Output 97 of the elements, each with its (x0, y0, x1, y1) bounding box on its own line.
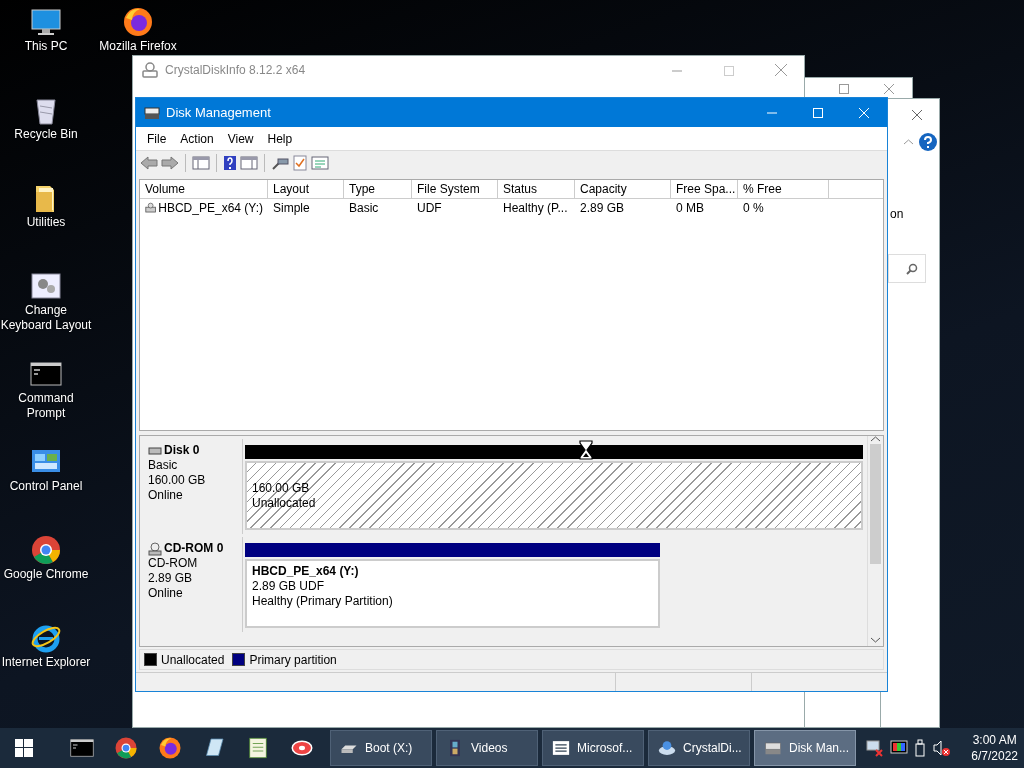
clock-time: 3:00 AM (972, 732, 1017, 748)
desktop-icon-label[interactable]: Mozilla Firefox (99, 39, 177, 54)
desktop-icon-label[interactable]: Command Prompt (0, 391, 92, 421)
disk-info-icon (657, 738, 677, 758)
checklist-icon[interactable] (292, 155, 308, 171)
taskbar-button[interactable]: Microsof... (542, 730, 644, 766)
scrollbar[interactable] (867, 436, 883, 646)
column-header[interactable]: Capacity (575, 180, 671, 198)
table-cell-text: 2.89 GB (579, 200, 626, 217)
table-cell-text: Healthy (P... (502, 200, 569, 217)
forward-arrow-icon[interactable] (161, 155, 179, 171)
desktop-icon-label[interactable]: Internet Explorer (1, 655, 91, 670)
cd-drive-icon (148, 541, 162, 556)
window-title: Disk Management (166, 105, 272, 120)
disk-management-icon (144, 104, 160, 121)
search-icon (906, 263, 918, 275)
windows-logo-icon (15, 739, 33, 757)
close-icon (859, 107, 869, 118)
column-header[interactable]: File System (412, 180, 498, 198)
column-header[interactable]: Layout (268, 180, 344, 198)
list-icon (551, 738, 571, 758)
disk-size: 2.89 GB (148, 571, 194, 586)
monitor-icon[interactable] (30, 6, 62, 38)
taskbar-button[interactable]: CrystalDi... (648, 730, 750, 766)
table-cell-text: 0 MB (675, 200, 705, 217)
desktop-icon-label[interactable]: Control Panel (9, 479, 83, 494)
maximize-icon (813, 107, 823, 118)
partition-detail: Unallocated (252, 495, 317, 511)
table-cell-text: Basic (348, 200, 380, 217)
partition-detail: Healthy (Primary Partition) (252, 594, 394, 609)
taskbar-button[interactable]: Videos (436, 730, 538, 766)
column-header[interactable]: Volume (140, 180, 268, 198)
menu-item[interactable]: Help (260, 131, 300, 146)
desktop-icon-label[interactable]: Change Keyboard Layout (0, 303, 92, 333)
legend-label: Unallocated (161, 652, 225, 667)
panel-icon[interactable] (192, 155, 210, 171)
disk-size: 160.00 GB (148, 473, 207, 488)
help-icon[interactable] (223, 155, 237, 171)
browser-icon[interactable] (114, 736, 138, 760)
close-icon[interactable] (775, 63, 787, 76)
spreadsheet-icon[interactable] (246, 736, 270, 760)
menu-item[interactable]: View (220, 131, 261, 146)
back-arrow-icon[interactable] (140, 155, 158, 171)
disk-name[interactable]: CD-ROM 0 (164, 541, 224, 556)
column-header[interactable]: Status (498, 180, 575, 198)
disk-info-icon (141, 61, 159, 79)
browser-icon[interactable] (158, 736, 182, 760)
browser-icon[interactable] (122, 6, 154, 38)
chevron-up-icon[interactable] (904, 139, 913, 145)
browser-icon[interactable] (30, 534, 62, 566)
desktop-icon-label[interactable]: Recycle Bin (14, 127, 78, 142)
hourglass-cursor-icon (579, 440, 593, 460)
legend-label: Primary partition (249, 652, 337, 667)
table-cell-text: Simple (272, 200, 311, 217)
partition-block[interactable]: 160.00 GB Unallocated (245, 461, 863, 530)
clock[interactable]: 3:00 AM 6/7/2022 (971, 732, 1018, 764)
menu-item[interactable]: Action (173, 131, 221, 146)
muted-speaker-icon[interactable] (932, 739, 950, 757)
terminal-icon[interactable] (70, 736, 94, 760)
column-header[interactable]: % Free (738, 180, 829, 198)
partition-block[interactable]: HBCD_PE_x64 (Y:) 2.89 GB UDF Healthy (Primary Partition) (245, 559, 660, 628)
scroll-up-icon[interactable] (871, 436, 880, 442)
keyboard-settings-icon[interactable] (30, 270, 62, 302)
taskbar-button[interactable]: Boot (X:) (330, 730, 432, 766)
disk-type: CD-ROM (148, 556, 199, 571)
table-cell-text: UDF (416, 200, 443, 217)
ribbon-label: on (890, 207, 904, 221)
display-icon[interactable] (890, 739, 908, 757)
column-header[interactable]: Free Spa... (671, 180, 738, 198)
desktop-icon-label[interactable]: Google Chrome (3, 567, 89, 582)
scroll-down-icon[interactable] (871, 637, 880, 643)
menu-item[interactable]: File (140, 131, 174, 146)
disk-name[interactable]: Disk 0 (164, 443, 200, 458)
desktop-icon-label[interactable]: This PC (24, 39, 68, 54)
disk-status: Online (148, 586, 184, 601)
help-icon[interactable] (919, 133, 937, 151)
partition-name: HBCD_PE_x64 (Y:) (252, 564, 360, 579)
table-cell[interactable]: HBCD_PE_x64 (Y:) (158, 200, 263, 216)
search-field[interactable] (888, 254, 926, 283)
disk-status: Online (148, 488, 184, 503)
clock-date: 6/7/2022 (971, 748, 1018, 764)
drive-icon (145, 201, 157, 215)
window-title: CrystalDiskInfo 8.12.2 x64 (165, 63, 306, 77)
network-icon[interactable] (866, 739, 884, 757)
table-cell-text: 0 % (742, 200, 765, 217)
usb-drive-icon[interactable] (914, 739, 926, 757)
close-icon[interactable] (884, 84, 894, 94)
maximize-icon[interactable] (839, 84, 849, 94)
partition-detail: 160.00 GB (252, 480, 311, 496)
close-icon[interactable] (911, 109, 923, 121)
connect-icon[interactable] (271, 155, 289, 171)
partition-detail: 2.89 GB UDF (252, 579, 326, 594)
disk-drive-icon (148, 445, 162, 456)
desktop-icon-label[interactable]: Utilities (26, 215, 66, 230)
taskbar-button[interactable]: Disk Man... (754, 730, 856, 766)
column-header[interactable]: Type (344, 180, 412, 198)
disk-type: Basic (148, 458, 179, 473)
